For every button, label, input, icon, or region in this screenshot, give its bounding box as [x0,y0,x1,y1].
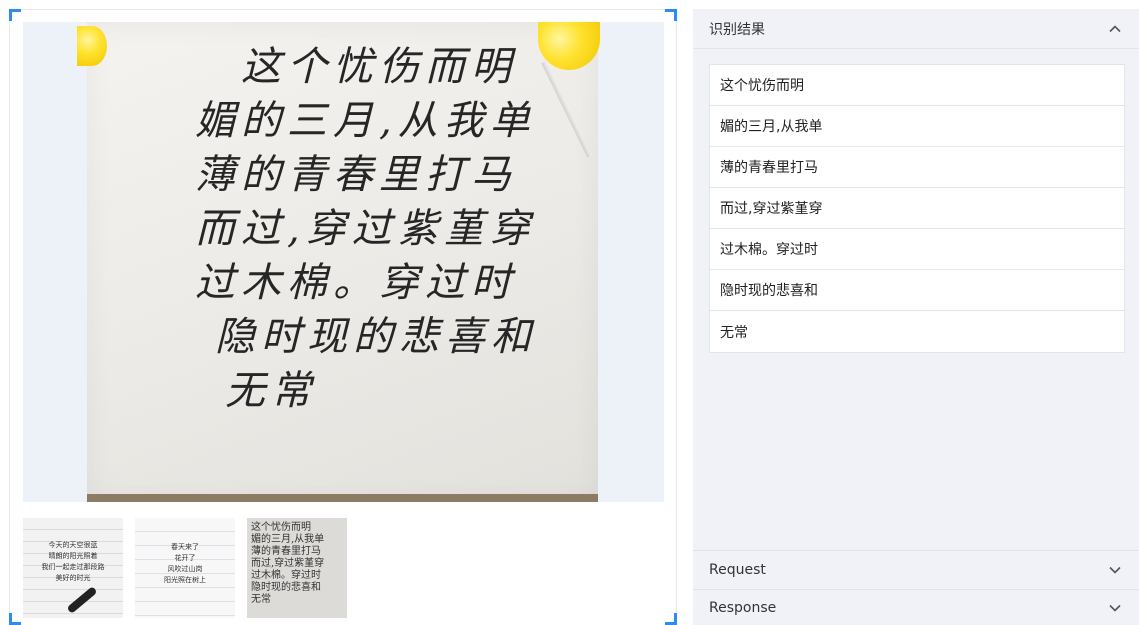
corner-marker [9,9,21,21]
main-image: 这个忧伤而明 媚的三月,从我单 薄的青春里打马 而过,穿过紫堇穿 过木棉。穿过时… [23,22,664,502]
thumbnail-1[interactable]: 今天的天空很蓝 晴朗的阳光照着 我们一起走过那段路 美好的时光 [23,518,123,618]
result-list: 这个忧伤而明 媚的三月,从我单 薄的青春里打马 而过,穿过紫堇穿 过木棉。穿过时… [709,64,1125,353]
request-section-header[interactable]: Request [693,550,1139,590]
thumbnail-text: 这个忧伤而明 媚的三月,从我单 薄的青春里打马 而过,穿过紫堇穿 过木棉。穿过时… [251,522,343,606]
thumbnail-line: 这个忧伤而明 [251,522,311,533]
thumbnail-3[interactable]: 这个忧伤而明 媚的三月,从我单 薄的青春里打马 而过,穿过紫堇穿 过木棉。穿过时… [247,518,347,618]
result-line: 薄的青春里打马 [710,147,1124,188]
thumbnail-line: 今天的天空很蓝 [48,541,98,549]
thumbnail-line: 晴朗的阳光照着 [48,552,98,560]
result-section-body: 这个忧伤而明 媚的三月,从我单 薄的青春里打马 而过,穿过紫堇穿 过木棉。穿过时… [693,49,1139,550]
thumbnail-line: 我们一起走过那段路 [41,563,105,571]
thumbnail-line: 薄的青春里打马 [251,546,321,557]
thumbnail-line: 无常 [251,594,271,605]
result-line: 而过,穿过紫堇穿 [710,188,1124,229]
paper-note: 这个忧伤而明 媚的三月,从我单 薄的青春里打马 而过,穿过紫堇穿 过木棉。穿过时… [87,22,598,502]
corner-marker [665,613,677,625]
handwriting-line: 过木棉。穿过时 [195,260,517,306]
chevron-up-icon[interactable] [1107,21,1123,37]
thumbnail-line: 风吹过山岗 [167,565,203,573]
handwriting-text: 这个忧伤而明 媚的三月,从我单 薄的青春里打马 而过,穿过紫堇穿 过木棉。穿过时… [195,40,635,418]
handwriting-line: 无常 [225,368,317,414]
request-section-title: Request [709,562,766,578]
response-section-title: Response [709,600,777,616]
thumbnail-line: 美好的时光 [55,574,91,582]
result-line: 媚的三月,从我单 [710,106,1124,147]
result-section-title: 识别结果 [709,21,765,38]
chevron-down-icon[interactable] [1107,562,1123,578]
thumbnail-text: 春天来了 花开了 风吹过山岗 阳光照在树上 [143,542,227,586]
corner-marker [9,613,21,625]
thumbnail-line: 过木棉。穿过时 [251,570,321,581]
chevron-down-icon[interactable] [1107,600,1123,616]
result-line: 这个忧伤而明 [710,65,1124,106]
handwriting-line: 而过,穿过紫堇穿 [195,206,536,252]
response-section-header[interactable]: Response [693,591,1139,625]
thumbnail-text: 今天的天空很蓝 晴朗的阳光照着 我们一起走过那段路 美好的时光 [31,540,115,584]
result-line: 隐时现的悲喜和 [710,270,1124,311]
handwriting-line: 薄的青春里打马 [195,152,517,198]
thumbnail-2[interactable]: 春天来了 花开了 风吹过山岗 阳光照在树上 [135,518,235,618]
handwriting-line: 隐时现的悲喜和 [215,314,537,360]
corner-marker [665,9,677,21]
thumbnail-line: 媚的三月,从我单 [251,534,325,545]
thumbnail-strip: 今天的天空很蓝 晴朗的阳光照着 我们一起走过那段路 美好的时光 春天来了 花开了… [23,518,347,618]
result-section-header[interactable]: 识别结果 [693,9,1139,49]
pen-icon [66,586,98,614]
push-pin-icon [77,26,107,66]
image-preview-panel: 这个忧伤而明 媚的三月,从我单 薄的青春里打马 而过,穿过紫堇穿 过木棉。穿过时… [9,9,677,625]
thumbnail-line: 春天来了 [171,543,199,551]
result-panel: 识别结果 这个忧伤而明 媚的三月,从我单 薄的青春里打马 而过,穿过紫堇穿 过木… [693,9,1139,625]
thumbnail-line: 阳光照在树上 [164,576,206,584]
paper-edge [87,494,598,502]
result-line: 无常 [720,324,748,341]
thumbnail-line: 花开了 [174,554,196,562]
result-line: 过木棉。穿过时 [710,229,1124,270]
thumbnail-line: 而过,穿过紫堇穿 [251,558,325,569]
thumbnail-line: 隐时现的悲喜和 [251,582,321,593]
